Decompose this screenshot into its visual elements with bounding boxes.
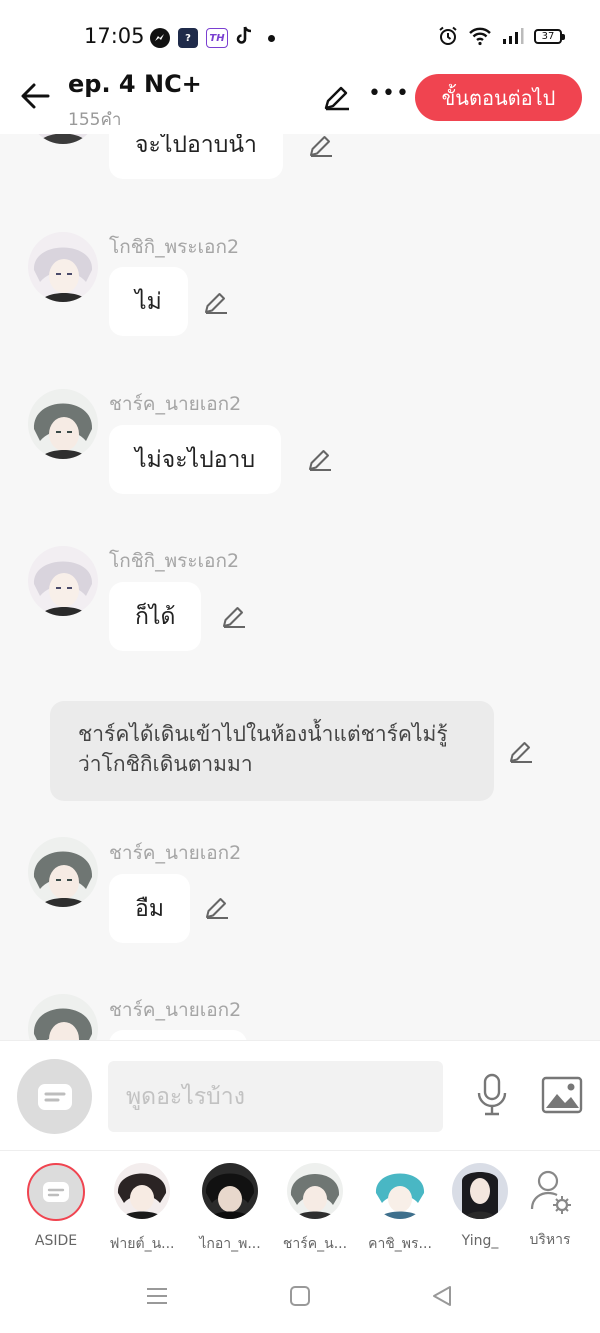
character-label: คาชิ_พร... [368, 1236, 432, 1252]
episode-title: ep. 4 NC+ [68, 70, 202, 98]
avatar [372, 1163, 428, 1219]
avatar[interactable] [28, 232, 98, 302]
character-label: บริหาร [529, 1232, 571, 1248]
wifi-icon [469, 27, 491, 46]
character-label: ASIDE [34, 1233, 78, 1249]
character-label: Ying_ [461, 1233, 499, 1249]
character-label: ฟายต์_น... [109, 1236, 175, 1252]
back-arrow-icon[interactable] [18, 78, 54, 114]
aside-chat-icon [43, 1182, 69, 1202]
message-bubble[interactable]: ก็ได้ [109, 582, 202, 651]
avatar [287, 1163, 343, 1219]
messenger-icon [150, 28, 170, 48]
editor-header: ep. 4 NC+ 155คำ ••• ขั้นตอนต่อไป [0, 70, 600, 134]
tiktok-icon [236, 26, 254, 50]
battery-icon: 37 [534, 28, 565, 44]
home-icon[interactable] [288, 1284, 312, 1308]
character-item[interactable]: Ying_ [440, 1163, 520, 1249]
avatar[interactable] [28, 134, 98, 144]
input-bar [0, 1040, 600, 1150]
next-step-button[interactable]: ขั้นตอนต่อไป [415, 74, 582, 121]
character-name: โกชิกิ_พระเอก2 [109, 236, 240, 258]
alarm-icon [439, 26, 457, 45]
chat-area: จะไปอาบน้ำ โกชิกิ_พระเอก2 ไม่ ชาร์ค_นายเ… [0, 134, 600, 1040]
image-upload-icon[interactable] [541, 1076, 583, 1114]
manage-characters-button[interactable]: บริหาร [510, 1163, 590, 1251]
status-time: 17:05 [84, 24, 145, 48]
message-bubble[interactable] [109, 1030, 247, 1040]
message-bubble[interactable]: ไม่ [109, 267, 188, 336]
character-item[interactable]: ฟายต์_น... [102, 1163, 182, 1255]
edit-title-icon[interactable] [322, 82, 352, 112]
edit-message-icon[interactable] [307, 134, 335, 159]
character-name: ชาร์ค_นายเอก2 [109, 999, 242, 1021]
menu-icon[interactable] [145, 1284, 169, 1308]
back-icon[interactable] [430, 1284, 454, 1308]
message-input[interactable] [108, 1061, 443, 1132]
avatar [452, 1163, 508, 1219]
narration-bubble[interactable]: ชาร์คได้เดินเข้าไปในห้องน้ำแต่ชาร์คไม่รู… [50, 701, 494, 801]
edit-message-icon[interactable] [203, 893, 231, 921]
microphone-icon[interactable] [474, 1073, 510, 1117]
status-right-icons: 37 [438, 26, 565, 46]
notification-dot-icon [268, 34, 275, 42]
character-bar: ASIDE ฟายต์_น... ไกอา_พ... ชาร์ค_น... คา… [0, 1150, 600, 1260]
edit-message-icon[interactable] [306, 445, 334, 473]
character-name: ชาร์ค_นายเอก2 [109, 842, 242, 864]
character-item[interactable]: ชาร์ค_น... [275, 1163, 355, 1255]
message-bubble[interactable]: จะไปอาบน้ำ [109, 134, 283, 179]
character-name: ชาร์ค_นายเอก2 [109, 393, 242, 415]
more-options-button[interactable]: ••• [368, 82, 410, 106]
app-2-icon: ? [178, 28, 198, 48]
avatar[interactable] [28, 837, 98, 907]
message-bubble[interactable]: ไม่จะไปอาบ [109, 425, 282, 494]
user-settings-icon [530, 1170, 571, 1214]
character-item[interactable]: คาชิ_พร... [360, 1163, 440, 1255]
aside-chat-icon [37, 1083, 72, 1110]
status-bar: 17:05 ? TH 37 [0, 0, 600, 70]
character-name: โกชิกิ_พระเอก2 [109, 550, 240, 572]
aside-avatar [27, 1163, 85, 1221]
avatar [114, 1163, 170, 1219]
system-nav-bar [0, 1260, 600, 1333]
message-bubble[interactable]: อืม [109, 874, 190, 943]
edit-message-icon[interactable] [202, 288, 230, 316]
character-item[interactable]: ไกอา_พ... [190, 1163, 270, 1255]
avatar[interactable] [28, 994, 98, 1040]
avatar [202, 1163, 258, 1219]
avatar[interactable] [28, 546, 98, 616]
character-aside[interactable]: ASIDE [16, 1163, 96, 1249]
character-label: ไกอา_พ... [199, 1236, 261, 1252]
status-app-icons: ? TH [150, 26, 275, 50]
character-label: ชาร์ค_น... [282, 1236, 348, 1252]
aside-toggle-button[interactable] [17, 1059, 92, 1134]
word-count: 155คำ [68, 110, 122, 130]
avatar[interactable] [28, 389, 98, 459]
edit-narration-icon[interactable] [507, 737, 535, 765]
signal-icon [503, 28, 524, 44]
edit-message-icon[interactable] [220, 602, 248, 630]
th-icon: TH [206, 28, 228, 48]
